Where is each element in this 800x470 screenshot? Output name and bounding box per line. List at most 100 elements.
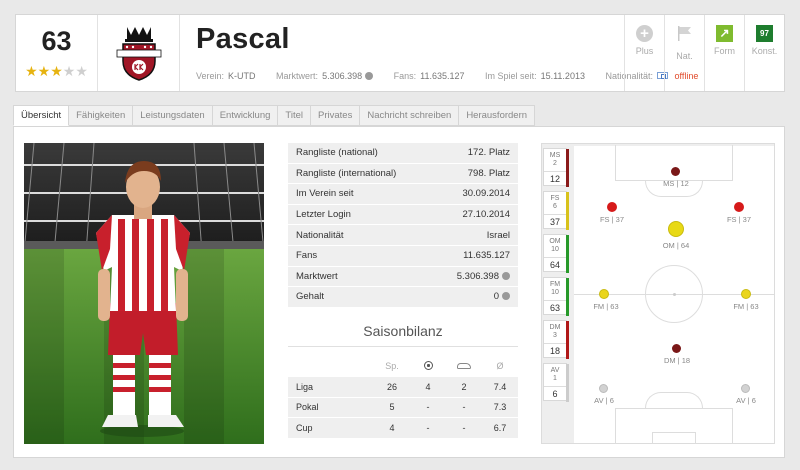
info-value: 11.635.127 bbox=[463, 250, 510, 262]
action-bar: + Plus Nat. ↗ Form 97 Konst. bbox=[624, 15, 784, 91]
marktwert-label: Marktwert: bbox=[276, 71, 319, 81]
pos-rating: 64 bbox=[544, 257, 566, 270]
form-button[interactable]: ↗ Form bbox=[704, 15, 744, 91]
stats-assists: 2 bbox=[461, 381, 467, 392]
star-empty-icon: ★ bbox=[62, 63, 76, 79]
bottom-penalty-arc bbox=[645, 392, 703, 408]
position-label-om: OM | 64 bbox=[662, 241, 690, 250]
info-label: Nationalität bbox=[296, 229, 344, 241]
position-field: MS 2 12 FS 6 37 OM 10 64 FM 10 63 DM 3 1… bbox=[541, 143, 775, 444]
info-row-nationalitaet: Nationalität Israel bbox=[288, 225, 518, 246]
tab-faehigkeiten[interactable]: Fähigkeiten bbox=[69, 105, 134, 126]
player-info-table: Rangliste (national) 172. Platz Ranglist… bbox=[288, 143, 518, 308]
club-crest-icon bbox=[116, 27, 161, 81]
position-dot-fm-right[interactable] bbox=[741, 289, 751, 299]
star-icon: ★ bbox=[25, 63, 38, 79]
coin-icon bbox=[502, 292, 510, 301]
pos-color-bar bbox=[566, 149, 569, 187]
position-ms[interactable]: MS 2 12 bbox=[543, 148, 569, 187]
season-stats-table: Sp. Ø Liga 26 4 2 7.4 Pokal 5 - - 7.3 Cu… bbox=[288, 355, 518, 439]
position-dot-av-right[interactable] bbox=[741, 384, 750, 393]
coin-icon bbox=[365, 72, 374, 80]
position-dot-av-left[interactable] bbox=[599, 384, 608, 393]
position-label-av-right: AV | 6 bbox=[736, 396, 756, 405]
coin-icon bbox=[502, 271, 510, 280]
position-label-fm-left: FM | 63 bbox=[593, 302, 619, 311]
stats-games: 5 bbox=[389, 402, 395, 413]
position-dot-dm[interactable] bbox=[672, 344, 681, 353]
tab-privates[interactable]: Privates bbox=[311, 105, 361, 126]
plus-button[interactable]: + Plus bbox=[624, 15, 664, 91]
player-rating: 63 bbox=[41, 26, 72, 56]
konstanz-button[interactable]: 97 Konst. bbox=[744, 15, 784, 91]
position-av[interactable]: AV 1 6 bbox=[543, 363, 569, 402]
header-average: Ø bbox=[496, 361, 504, 371]
info-value: 30.09.2014 bbox=[462, 188, 510, 200]
position-dot-ms[interactable] bbox=[671, 167, 680, 176]
player-header: 63 ★★★★★ Pascal Verein: K-UTD Marktwert: 5… bbox=[15, 14, 785, 92]
pos-rating: 37 bbox=[544, 214, 566, 227]
nat-label: Nat. bbox=[676, 51, 693, 61]
info-row-rangliste-international: Rangliste (international) 798. Platz bbox=[288, 163, 518, 185]
ball-icon bbox=[423, 360, 433, 370]
pos-num: 3 bbox=[553, 332, 557, 339]
pos-color-bar bbox=[566, 278, 569, 316]
tab-entwicklung[interactable]: Entwicklung bbox=[212, 105, 279, 126]
imspiel-label: Im Spiel seit: bbox=[485, 71, 537, 81]
star-icon: ★ bbox=[37, 63, 51, 79]
info-row-marktwert: Marktwert 5.306.398 bbox=[288, 266, 518, 288]
divider bbox=[288, 346, 518, 347]
header-goals bbox=[410, 360, 446, 372]
tab-herausfordern[interactable]: Herausfordern bbox=[459, 105, 536, 126]
verein-link[interactable]: K-UTD bbox=[228, 71, 256, 81]
info-row-gehalt: Gehalt 0 bbox=[288, 287, 518, 308]
pos-num: 10 bbox=[551, 289, 559, 296]
fans-label: Fans: bbox=[393, 71, 417, 81]
position-fs[interactable]: FS 6 37 bbox=[543, 191, 569, 230]
nationalteam-button[interactable]: Nat. bbox=[664, 15, 704, 91]
position-label-av-left: AV | 6 bbox=[594, 396, 614, 405]
position-om[interactable]: OM 10 64 bbox=[543, 234, 569, 273]
position-dot-om[interactable] bbox=[668, 221, 684, 237]
stats-average: 6.7 bbox=[493, 422, 507, 433]
info-value: 27.10.2014 bbox=[462, 209, 510, 221]
position-dot-fs-right[interactable] bbox=[734, 202, 744, 212]
position-dm[interactable]: DM 3 18 bbox=[543, 320, 569, 359]
stats-competition: Liga bbox=[296, 381, 314, 392]
club-logo[interactable] bbox=[98, 15, 180, 91]
stats-row-pokal: Pokal 5 - - 7.3 bbox=[288, 397, 518, 419]
position-label-ms: MS | 12 bbox=[663, 179, 689, 188]
stats-average: 7.4 bbox=[493, 381, 507, 392]
info-label: Gehalt bbox=[296, 291, 324, 303]
stats-competition: Cup bbox=[296, 422, 313, 433]
stats-row-liga: Liga 26 4 2 7.4 bbox=[288, 377, 518, 398]
plus-icon: + bbox=[636, 25, 653, 42]
tab-titel[interactable]: Titel bbox=[278, 105, 312, 126]
tab-leistungsdaten[interactable]: Leistungsdaten bbox=[133, 105, 213, 126]
pos-color-bar bbox=[566, 321, 569, 359]
star-icon: ★ bbox=[50, 63, 63, 79]
position-label-dm: DM | 18 bbox=[663, 356, 691, 365]
stats-goals: 4 bbox=[425, 381, 431, 392]
position-list: MS 2 12 FS 6 37 OM 10 64 FM 10 63 DM 3 1… bbox=[543, 148, 569, 406]
position-label-fs-left: FS | 37 bbox=[599, 215, 625, 224]
info-value: 5.306.398 bbox=[456, 270, 499, 282]
imspiel-value: 15.11.2013 bbox=[540, 71, 585, 81]
position-dot-fm-left[interactable] bbox=[599, 289, 609, 299]
pos-num: 1 bbox=[553, 375, 557, 382]
stats-row-cup: Cup 4 - - 6.7 bbox=[288, 418, 518, 439]
pitch: MS | 12 FS | 37 FS | 37 OM | 64 FM | 63 … bbox=[574, 145, 774, 444]
tab-uebersicht[interactable]: Übersicht bbox=[13, 105, 70, 126]
pos-abbr: AV bbox=[550, 367, 560, 374]
shoe-icon bbox=[457, 363, 471, 369]
star-rating: ★★★★★ bbox=[16, 64, 97, 78]
pos-rating: 12 bbox=[544, 171, 566, 184]
tab-nachricht-schreiben[interactable]: Nachricht schreiben bbox=[360, 105, 460, 126]
header-spiele: Sp. bbox=[385, 361, 399, 371]
info-label: Marktwert bbox=[296, 270, 338, 282]
info-value-wrap: 0 bbox=[494, 291, 510, 302]
stats-header-row: Sp. Ø bbox=[288, 355, 518, 377]
position-fm[interactable]: FM 10 63 bbox=[543, 277, 569, 316]
position-dot-fs-left[interactable] bbox=[607, 202, 617, 212]
position-label-fm-right: FM | 63 bbox=[733, 302, 759, 311]
